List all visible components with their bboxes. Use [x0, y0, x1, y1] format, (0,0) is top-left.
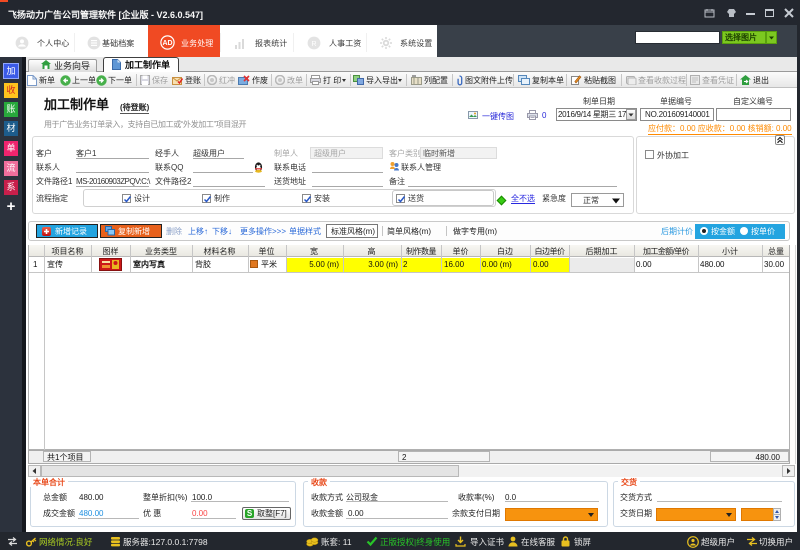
- svg-text:AD: AD: [162, 40, 172, 47]
- svg-text:R: R: [311, 41, 316, 48]
